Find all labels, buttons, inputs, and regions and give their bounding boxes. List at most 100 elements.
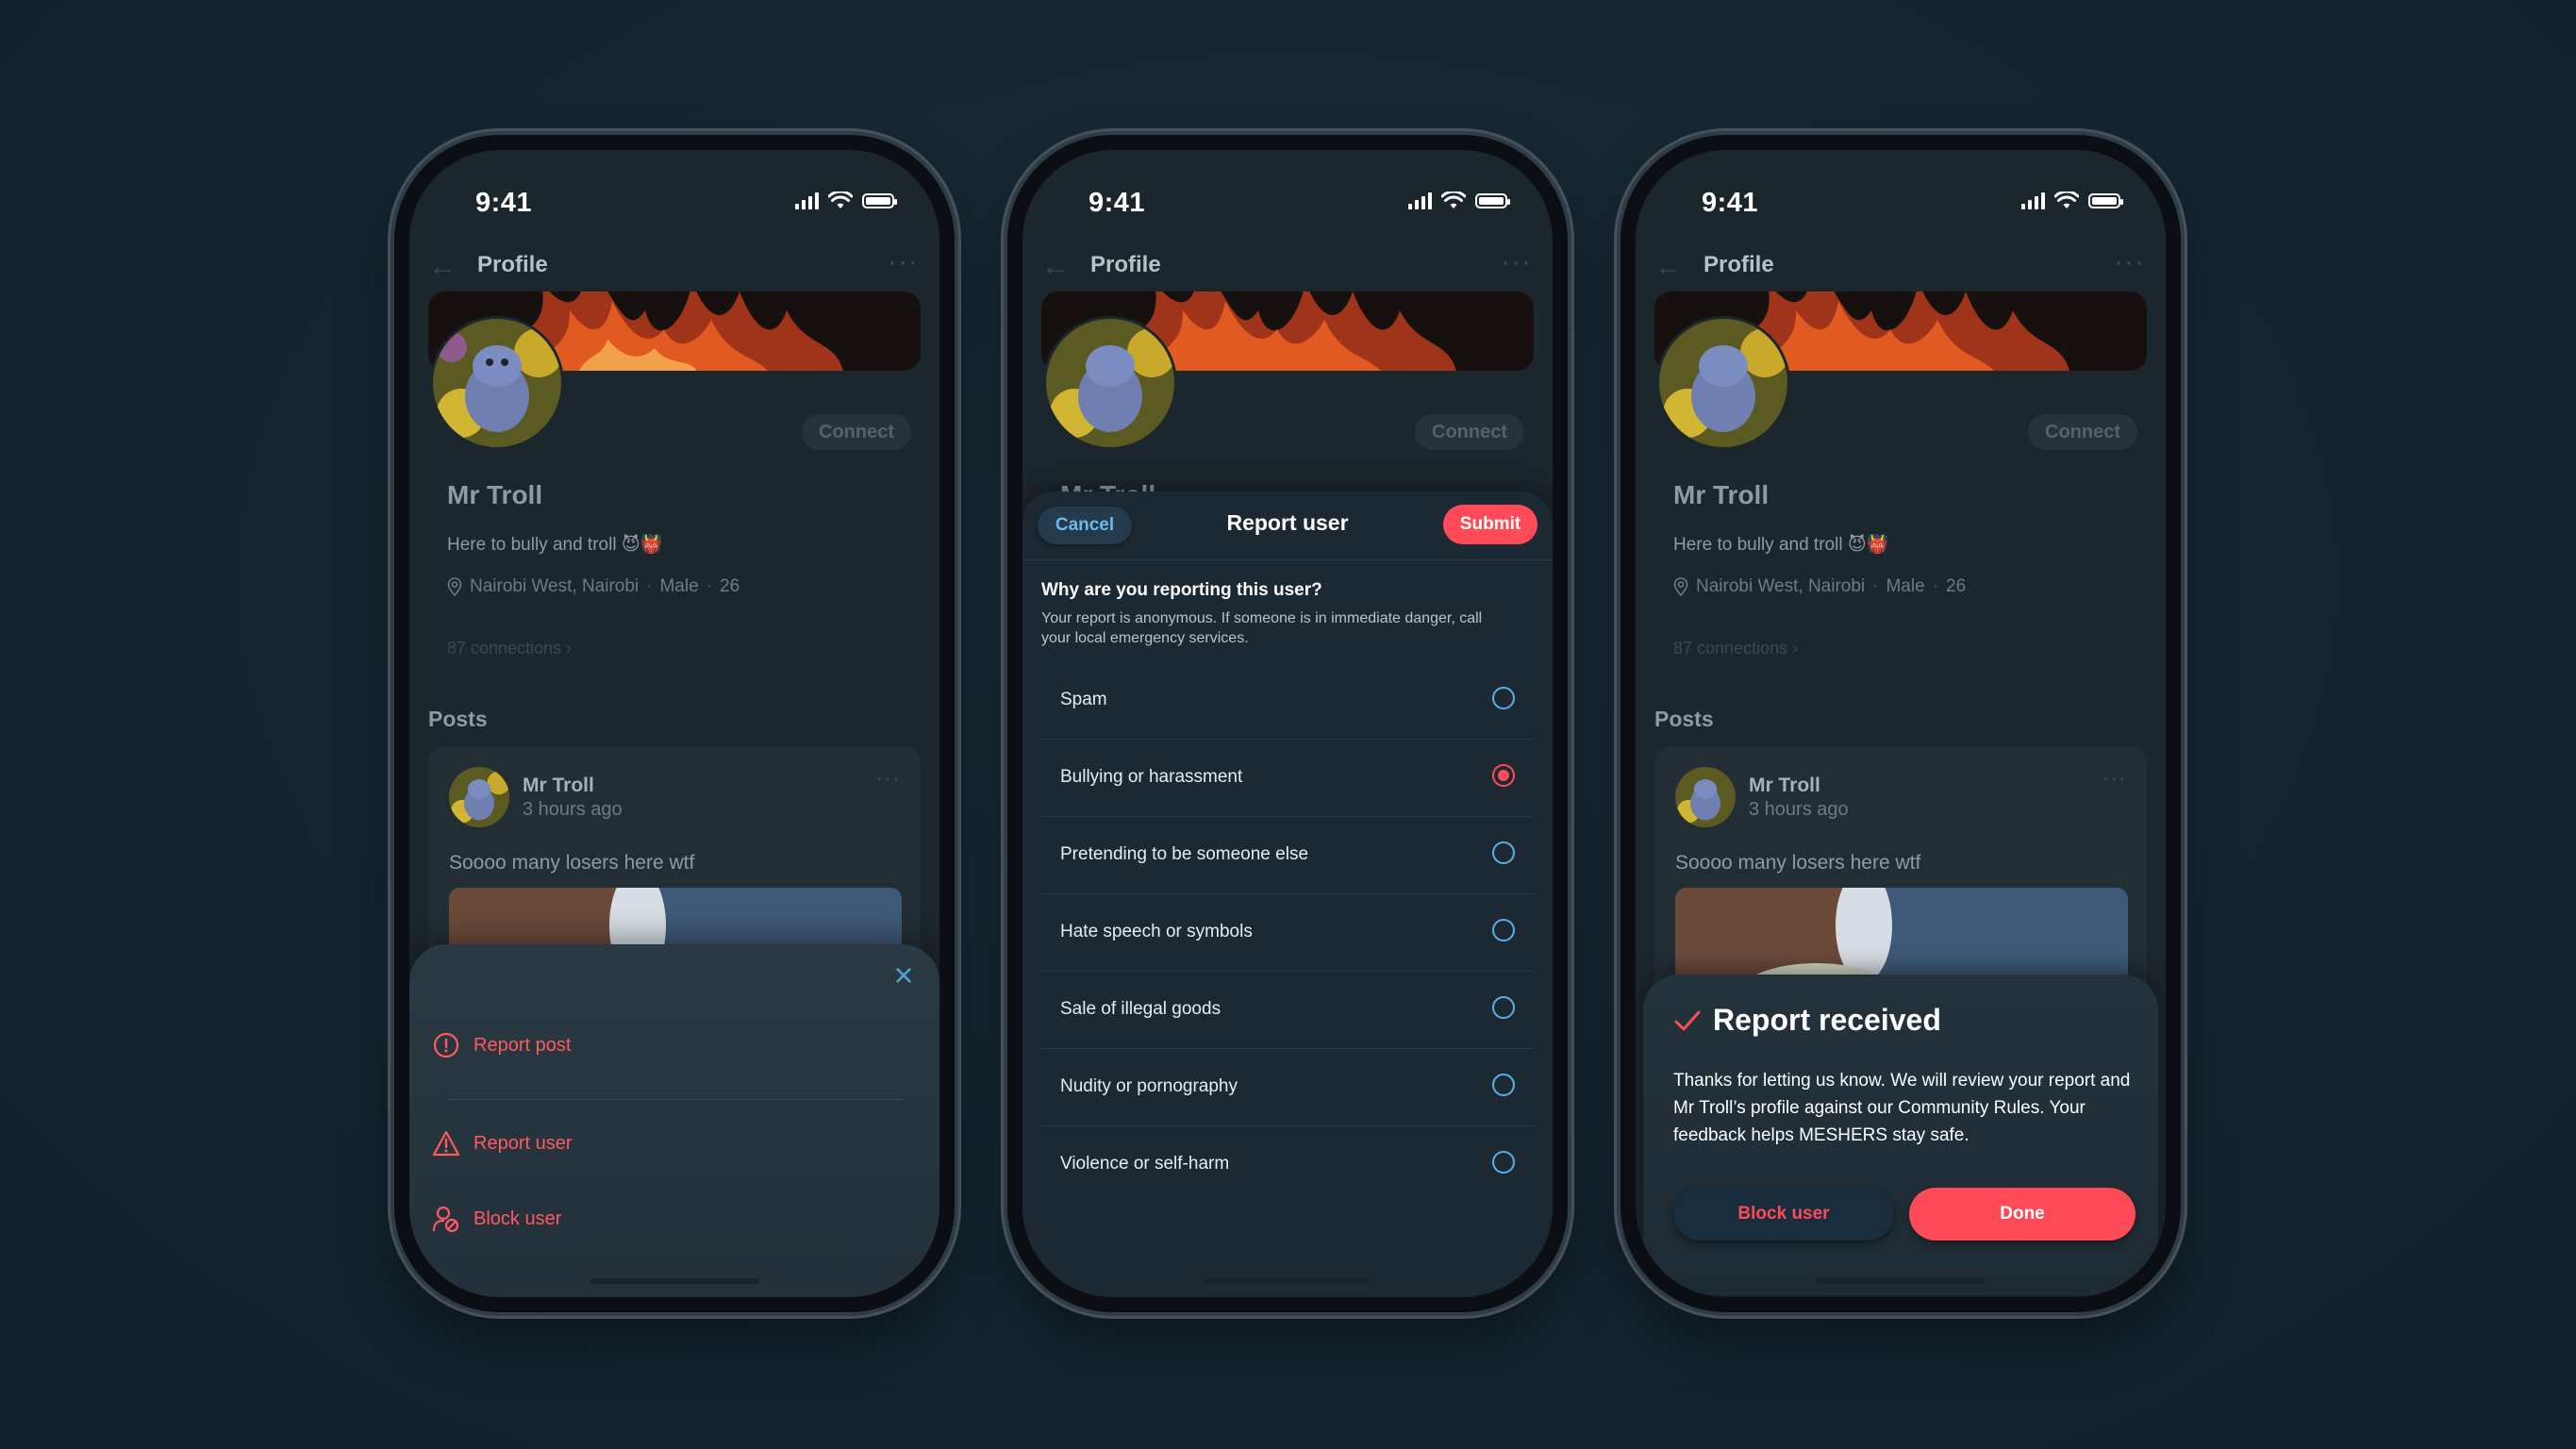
report-received-title: Report received [1713, 1003, 1941, 1037]
page-title: Profile [1090, 252, 1161, 277]
connections-link[interactable]: 87 connections › [1673, 639, 1798, 658]
block-user-button[interactable]: Block user [1673, 1188, 1894, 1241]
report-post-button[interactable]: Report post [432, 1031, 571, 1059]
warning-triangle-icon [432, 1129, 460, 1158]
post-more-icon[interactable]: ··· [875, 763, 900, 792]
screen: 9:41 ← Profile ··· Connect Mr Troll Here… [1636, 150, 2166, 1297]
status-time: 9:41 [1702, 188, 1759, 218]
radio-button[interactable] [1492, 919, 1515, 941]
status-time: 9:41 [1089, 188, 1146, 218]
divider [447, 1099, 904, 1100]
more-options-icon[interactable]: ··· [1501, 246, 1532, 278]
back-arrow-icon[interactable]: ← [1041, 253, 1070, 281]
connect-button[interactable]: Connect [2028, 414, 2137, 450]
post-avatar [449, 767, 509, 827]
report-question: Why are you reporting this user? [1041, 580, 1322, 600]
battery-icon [2088, 193, 2123, 208]
close-icon[interactable]: × [889, 958, 919, 992]
profile-avatar [1656, 316, 1790, 450]
status-bar: 9:41 [1636, 150, 2166, 233]
block-user-button[interactable]: Block user [432, 1205, 561, 1233]
report-received-message: Thanks for letting us know. We will revi… [1673, 1071, 2131, 1145]
profile-meta: Nairobi West, Nairobi · Male · 26 [447, 576, 740, 597]
screen: 9:41 ← Profile ··· Connect Mr Troll [1022, 150, 1553, 1297]
connect-button[interactable]: Connect [802, 414, 911, 450]
status-time: 9:41 [475, 188, 533, 218]
phone-action-sheet: 9:41 ← Profile ··· Connect Mr Troll Here… [394, 135, 955, 1312]
page-title: Profile [1703, 252, 1774, 277]
profile-name: Mr Troll [447, 480, 543, 509]
reason-option[interactable]: Pretending to be someone else [1041, 816, 1534, 894]
home-indicator [1816, 1278, 1986, 1284]
radio-button[interactable] [1492, 1074, 1515, 1096]
reason-option[interactable]: Hate speech or symbols [1041, 893, 1534, 972]
reason-option[interactable]: Sale of illegal goods [1041, 971, 1534, 1049]
block-user-icon [432, 1205, 460, 1233]
posts-heading: Posts [428, 707, 488, 731]
back-arrow-icon[interactable]: ← [428, 253, 457, 281]
profile-location: Nairobi West, Nairobi [1696, 576, 1866, 596]
phone-report-received: 9:41 ← Profile ··· Connect Mr Troll Here… [1620, 135, 2181, 1312]
done-button[interactable]: Done [1909, 1188, 2136, 1241]
profile-avatar [430, 316, 564, 450]
location-pin-icon [1673, 577, 1688, 596]
report-user-modal: Cancel Report user Submit Why are you re… [1022, 491, 1553, 1297]
submit-button[interactable]: Submit [1443, 505, 1537, 544]
cellular-signal-icon [1408, 192, 1432, 209]
connections-link[interactable]: 87 connections › [447, 639, 572, 658]
modal-header: Cancel Report user Submit [1022, 491, 1553, 560]
profile-meta: Nairobi West, Nairobi · Male · 26 [1673, 576, 1966, 597]
post-author: Mr Troll [523, 774, 594, 796]
reason-option[interactable]: Violence or self-harm [1041, 1125, 1534, 1203]
post-text: Soooo many losers here wtf [449, 852, 695, 874]
post-author: Mr Troll [1749, 774, 1820, 796]
radio-button[interactable] [1492, 1151, 1515, 1174]
reason-option[interactable]: Spam [1041, 661, 1534, 740]
battery-icon [1475, 193, 1510, 208]
page-title: Profile [477, 252, 548, 277]
profile-name: Mr Troll [1673, 480, 1770, 509]
profile-bio: Here to bully and troll 😈👹 [447, 535, 663, 555]
profile-age: 26 [720, 576, 740, 596]
radio-button[interactable] [1492, 841, 1515, 864]
post-time: 3 hours ago [523, 799, 623, 820]
wifi-icon [1441, 192, 1466, 208]
action-sheet: × Report post Report user Block user [409, 944, 939, 1297]
post-text: Soooo many losers here wtf [1675, 852, 1921, 874]
profile-gender: Male [659, 576, 699, 596]
profile-age: 26 [1946, 576, 1967, 596]
alert-circle-icon [432, 1031, 460, 1059]
checkmark-icon [1674, 1010, 1701, 1030]
post-time: 3 hours ago [1749, 799, 1849, 820]
screen: 9:41 ← Profile ··· Connect Mr Troll [409, 150, 939, 1297]
report-received-card: Report received Thanks for letting us kn… [1643, 974, 2158, 1295]
status-bar: 9:41 [1022, 150, 1553, 233]
more-options-icon[interactable]: ··· [2114, 246, 2145, 278]
profile-avatar [1043, 316, 1177, 450]
radio-button-selected[interactable] [1492, 764, 1515, 787]
post-avatar [1675, 767, 1736, 827]
report-subtext: Your report is anonymous. If someone is … [1041, 610, 1483, 646]
connect-button[interactable]: Connect [1415, 414, 1524, 450]
report-post-label: Report post [474, 1034, 572, 1056]
phone-report-form: 9:41 ← Profile ··· Connect Mr Troll [1007, 135, 1568, 1312]
radio-button[interactable] [1492, 687, 1515, 709]
wifi-icon [828, 192, 853, 208]
cellular-signal-icon [795, 192, 819, 209]
profile-gender: Male [1886, 576, 1925, 596]
report-user-button[interactable]: Report user [432, 1129, 573, 1158]
reason-option[interactable]: Bullying or harassment [1041, 739, 1534, 817]
reason-option[interactable]: Nudity or pornography [1041, 1048, 1534, 1126]
battery-icon [862, 193, 897, 208]
back-arrow-icon[interactable]: ← [1654, 253, 1683, 281]
location-pin-icon [447, 577, 462, 596]
block-user-label: Block user [474, 1208, 562, 1229]
wifi-icon [2054, 192, 2079, 208]
more-options-icon[interactable]: ··· [888, 246, 919, 278]
radio-button[interactable] [1492, 996, 1515, 1019]
profile-location: Nairobi West, Nairobi [470, 576, 640, 596]
profile-bio: Here to bully and troll 😈👹 [1673, 535, 1889, 555]
status-bar: 9:41 [409, 150, 939, 233]
report-user-label: Report user [474, 1132, 573, 1154]
post-more-icon[interactable]: ··· [2102, 763, 2126, 792]
